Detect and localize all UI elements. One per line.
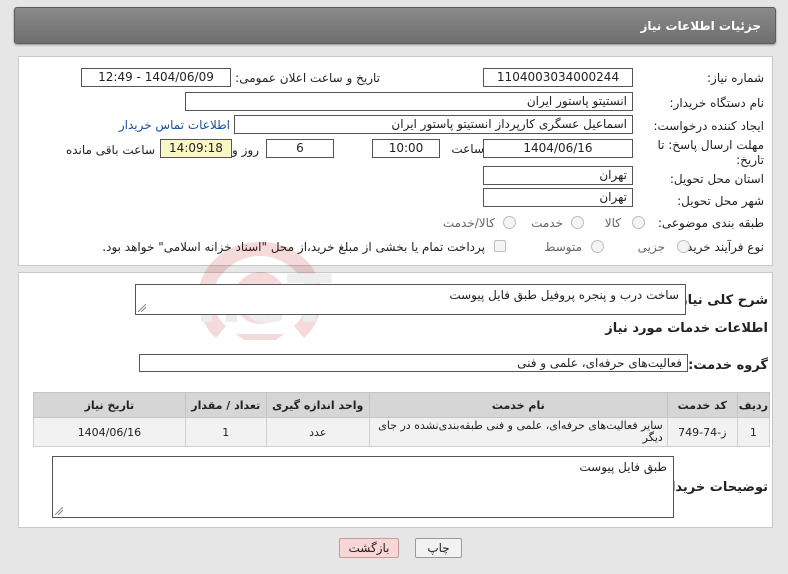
buyer-notes-field: طبق فایل پیوست xyxy=(52,456,674,518)
col-header-quantity: تعداد / مقدار xyxy=(184,392,267,418)
remaining-time-field: 14:09:18 xyxy=(160,139,232,158)
cell-unit: عدد xyxy=(265,417,370,447)
requester-field: اسماعیل عسگری کارپرداز انستیتو پاستور ای… xyxy=(234,115,633,134)
city-label: شهر محل تحویل: xyxy=(677,194,764,208)
category-radio-goods-service[interactable] xyxy=(503,216,516,229)
announce-datetime-field: 1404/06/09 - 12:49 xyxy=(81,68,231,87)
category-label: طبقه بندی موضوعی: xyxy=(657,216,764,230)
buyer-contact-link[interactable]: اطلاعات تماس خریدار xyxy=(119,118,230,132)
category-option-goods: کالا xyxy=(604,216,621,230)
page-title: جزئیات اطلاعات نیاز xyxy=(640,19,761,33)
days-and-label: روز و xyxy=(232,143,259,157)
service-group-label: گروه خدمت: xyxy=(688,358,768,373)
deadline-label-2: تاریخ: xyxy=(736,153,764,167)
col-header-unit: واحد اندازه گیری xyxy=(265,392,370,418)
col-header-need-date: تاریخ نیاز xyxy=(33,392,186,418)
need-summary-field: ساخت درب و پنجره پروفیل طبق فایل پیوست xyxy=(135,284,686,315)
process-radio-minor[interactable] xyxy=(677,240,690,253)
announce-datetime-label: تاریخ و ساعت اعلان عمومی: xyxy=(235,71,380,85)
table-row: 1 ز-74-749 سایر فعالیت‌های حرفه‌ای، علمی… xyxy=(33,417,771,447)
resize-grip-icon[interactable] xyxy=(138,304,146,312)
col-header-row-number: ردیف xyxy=(736,392,771,418)
services-table: ردیف کد خدمت نام خدمت واحد اندازه گیری ت… xyxy=(33,392,771,447)
category-option-service: خدمت xyxy=(531,216,563,230)
col-header-service-name: نام خدمت xyxy=(368,392,668,418)
category-radio-service[interactable] xyxy=(571,216,584,229)
category-option-goods-service: کالا/خدمت xyxy=(442,216,495,230)
services-section-title: اطلاعات خدمات مورد نیاز xyxy=(605,321,768,336)
print-button[interactable]: چاپ xyxy=(415,538,462,558)
process-label: نوع فرآیند خرید : xyxy=(679,240,764,254)
city-field: تهران xyxy=(483,188,633,207)
col-header-service-code: کد خدمت xyxy=(666,392,738,418)
province-label: استان محل تحویل: xyxy=(669,172,764,186)
table-header-row: ردیف کد خدمت نام خدمت واحد اندازه گیری ت… xyxy=(33,392,771,418)
page-header: جزئیات اطلاعات نیاز xyxy=(14,7,776,44)
buyer-notes-label: توضیحات خریدار: xyxy=(658,480,768,495)
deadline-time-field: 10:00 xyxy=(372,139,440,158)
need-summary-text: ساخت درب و پنجره پروفیل طبق فایل پیوست xyxy=(449,288,679,302)
buyer-org-field: انستیتو پاستور ایران xyxy=(185,92,633,111)
cell-quantity: 1 xyxy=(184,417,267,447)
need-number-label: شماره نیاز: xyxy=(707,71,764,85)
requester-label: ایجاد کننده درخواست: xyxy=(653,119,764,133)
resize-grip-icon[interactable] xyxy=(55,507,63,515)
deadline-time-label: ساعت xyxy=(451,142,484,156)
back-button[interactable]: بازگشت xyxy=(339,538,399,558)
cell-need-date: 1404/06/16 xyxy=(33,417,186,447)
need-number-field: 1104003034000244 xyxy=(483,68,633,87)
need-summary-label: شرح کلی نیاز: xyxy=(674,293,768,308)
remaining-time-label: ساعت باقی مانده xyxy=(65,143,155,157)
service-group-field: فعالیت‌های حرفه‌ای، علمی و فنی xyxy=(139,354,688,372)
deadline-label-1: مهلت ارسال پاسخ: تا xyxy=(657,138,764,152)
cell-row-number: 1 xyxy=(736,417,771,447)
province-field: تهران xyxy=(483,166,633,185)
buyer-org-label: نام دستگاه خریدار: xyxy=(669,96,765,110)
buyer-notes-text: طبق فایل پیوست xyxy=(579,460,667,474)
cell-service-name: سایر فعالیت‌های حرفه‌ای، علمی و فنی طبقه… xyxy=(368,417,668,447)
remaining-days-field: 6 xyxy=(266,139,334,158)
category-radio-goods[interactable] xyxy=(632,216,645,229)
need-info-panel xyxy=(18,56,773,266)
cell-service-code: ز-74-749 xyxy=(666,417,738,447)
deadline-date-field: 1404/06/16 xyxy=(483,139,633,158)
